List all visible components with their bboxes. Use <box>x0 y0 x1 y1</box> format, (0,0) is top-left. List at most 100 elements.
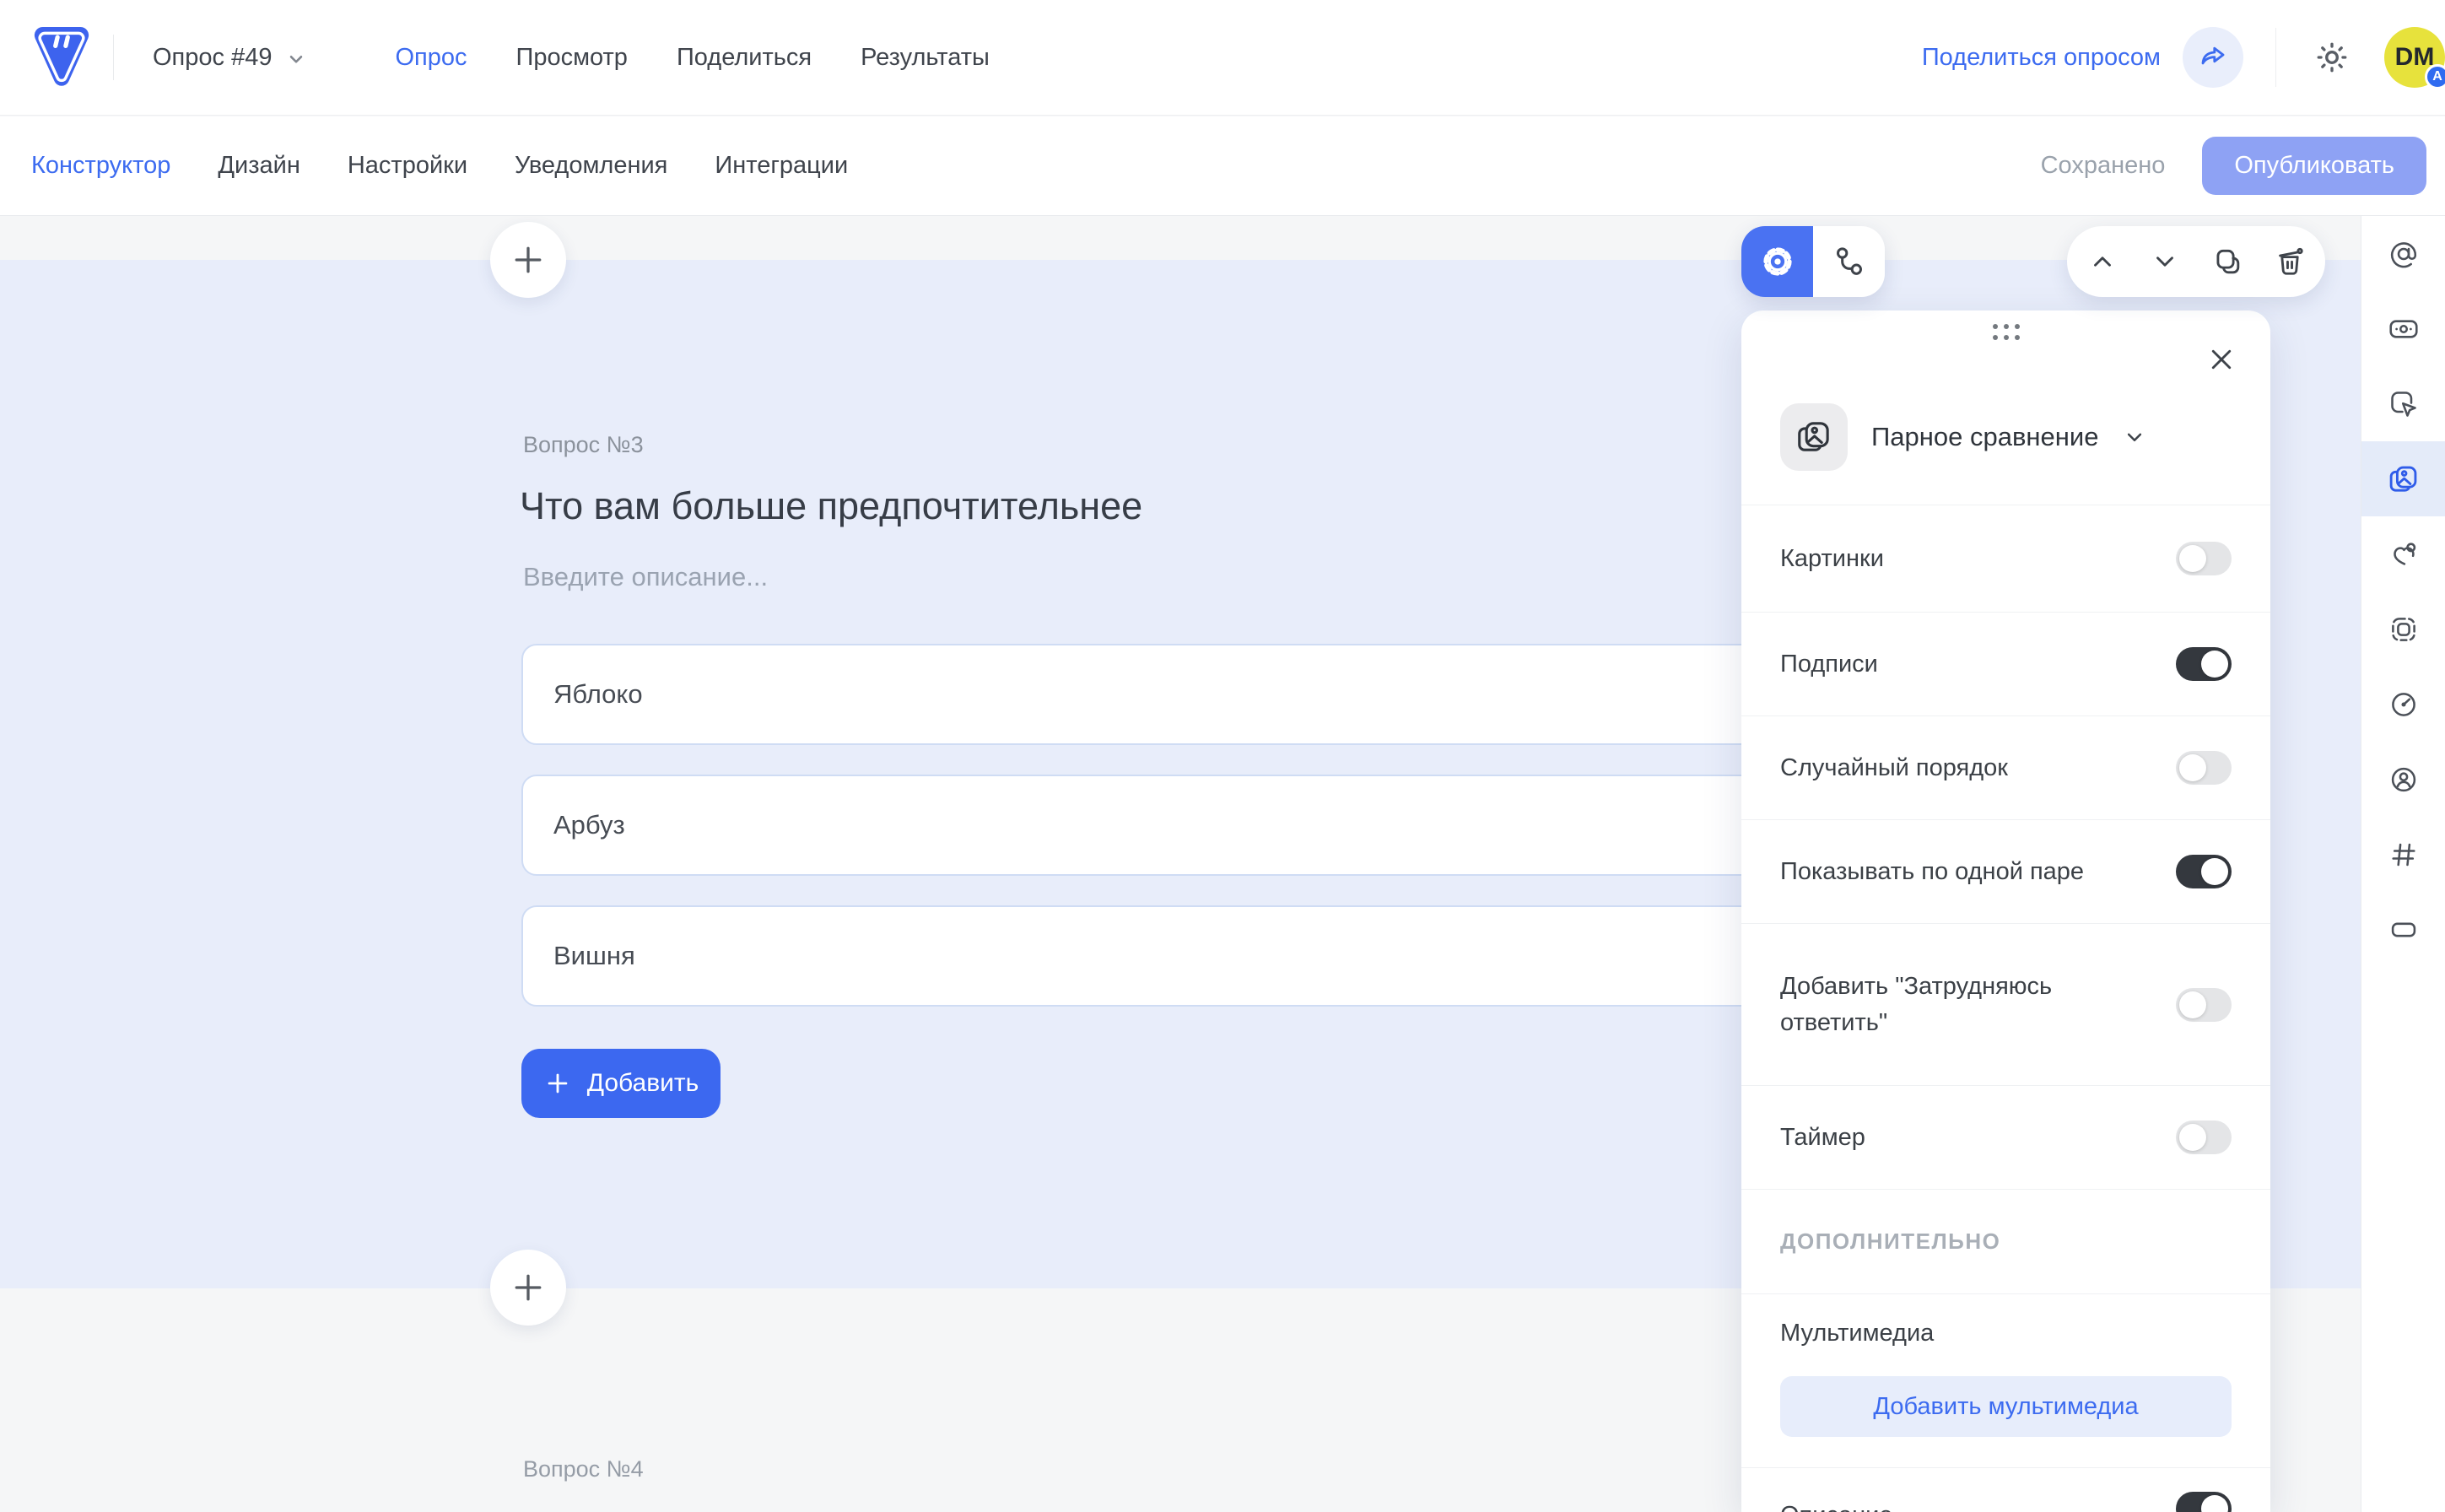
question-title-input[interactable]: Что вам больше предпочтительнее <box>520 484 1142 528</box>
question-type-selector[interactable]: Парное сравнение <box>1780 403 2147 471</box>
tab-settings[interactable]: Настройки <box>348 152 467 180</box>
additional-section-header: ДОПОЛНИТЕЛЬНО <box>1741 1189 2270 1293</box>
type-item-at-sign[interactable] <box>2361 216 2445 291</box>
question-type-icon-box <box>1780 403 1848 471</box>
move-question-up-button[interactable] <box>2075 235 2129 289</box>
survey-top-nav: Опрос Просмотр Поделиться Результаты <box>395 44 989 72</box>
type-item-frame-capture[interactable] <box>2361 591 2445 667</box>
images-toggle[interactable] <box>2176 542 2232 575</box>
description-toggle[interactable] <box>2176 1492 2232 1512</box>
share-arrow-icon <box>2198 42 2228 73</box>
chevron-down-icon <box>2151 247 2179 276</box>
logic-branch-icon <box>1832 245 1866 278</box>
question-settings-button[interactable] <box>1741 226 1813 297</box>
toggle-row-random-order: Случайный порядок <box>1741 716 2270 819</box>
move-question-down-button[interactable] <box>2138 235 2192 289</box>
tab-constructor[interactable]: Конструктор <box>31 152 170 180</box>
tab-design[interactable]: Дизайн <box>218 152 300 180</box>
nav-item-share[interactable]: Поделиться <box>677 44 812 72</box>
type-item-shape-like[interactable] <box>2361 516 2445 591</box>
plus-icon <box>510 241 547 278</box>
avatar-badge: A <box>2425 64 2445 89</box>
user-avatar[interactable]: DM A <box>2384 27 2445 88</box>
timer-toggle[interactable] <box>2176 1120 2232 1154</box>
button-field-icon <box>2388 915 2419 945</box>
chevron-up-icon <box>2088 247 2117 276</box>
duplicate-question-button[interactable] <box>2200 235 2254 289</box>
type-item-number[interactable] <box>2361 817 2445 892</box>
nav-item-preview[interactable]: Просмотр <box>516 44 628 72</box>
multimedia-label: Мультимедиа <box>1780 1320 2232 1347</box>
hard-to-answer-toggle[interactable] <box>2176 988 2232 1022</box>
option-input-2[interactable]: Арбуз <box>521 775 1816 876</box>
description-label: Описание <box>1780 1492 1892 1512</box>
publish-button[interactable]: Опубликовать <box>2202 137 2426 195</box>
multimedia-row: Мультимедиа Добавить мультимедиа <box>1741 1293 2270 1467</box>
toggle-label: Случайный порядок <box>1780 750 2008 786</box>
toggle-label: Таймер <box>1780 1120 1865 1155</box>
delete-question-button[interactable] <box>2263 235 2317 289</box>
add-option-label: Добавить <box>587 1069 699 1098</box>
scale-card-icon <box>2388 314 2419 344</box>
type-item-button-field[interactable] <box>2361 892 2445 967</box>
question-description-input[interactable]: Введите описание... <box>523 562 768 592</box>
plus-icon <box>543 1069 572 1098</box>
at-sign-icon <box>2388 239 2419 269</box>
tab-integrations[interactable]: Интеграции <box>715 152 848 180</box>
nav-item-results[interactable]: Результаты <box>861 44 990 72</box>
gauge-icon <box>2388 689 2419 720</box>
pair-comparison-icon <box>2388 463 2420 495</box>
tab-notifications[interactable]: Уведомления <box>515 152 667 180</box>
question-settings-panel: Парное сравнение Картинки Подписи Случай… <box>1741 310 2270 1512</box>
nav-item-survey[interactable]: Опрос <box>395 44 467 72</box>
chevron-down-icon <box>285 48 307 70</box>
toggle-row-hard-to-answer: Добавить "Затрудняюсь ответить" <box>1741 923 2270 1085</box>
question-toolbar-right <box>2067 226 2325 297</box>
add-question-above-button[interactable] <box>490 222 566 298</box>
description-row: Описание <box>1741 1467 2270 1512</box>
sun-icon <box>2314 40 2350 75</box>
toggle-row-timer: Таймер <box>1741 1085 2270 1189</box>
frame-capture-icon <box>2388 614 2419 645</box>
number-hash-icon <box>2388 840 2419 870</box>
next-question-number-label: Вопрос №4 <box>523 1456 644 1482</box>
add-option-button[interactable]: Добавить <box>521 1049 721 1118</box>
survey-title-dropdown[interactable]: Опрос #49 <box>153 44 307 72</box>
survey-builder-screen: Опрос #49 Опрос Просмотр Поделиться Резу… <box>0 0 2445 1512</box>
panel-rows: Картинки Подписи Случайный порядок Показ… <box>1741 505 2270 1512</box>
header-divider <box>113 35 114 80</box>
builder-subnav: Конструктор Дизайн Настройки Уведомления… <box>0 116 2445 216</box>
type-item-pair-comparison[interactable] <box>2361 441 2445 516</box>
type-item-gauge[interactable] <box>2361 667 2445 742</box>
section-header-label: ДОПОЛНИТЕЛЬНО <box>1780 1228 2000 1255</box>
question-type-label: Парное сравнение <box>1871 422 2098 452</box>
captions-toggle[interactable] <box>2176 647 2232 681</box>
option-input-3[interactable]: Вишня <box>521 905 1816 1007</box>
pair-comparison-icon <box>1795 418 1832 456</box>
share-survey-button[interactable] <box>2183 27 2243 88</box>
type-item-click-select[interactable] <box>2361 366 2445 441</box>
theme-toggle-button[interactable] <box>2308 34 2356 81</box>
random-order-toggle[interactable] <box>2176 751 2232 785</box>
share-survey-link[interactable]: Поделиться опросом <box>1922 44 2161 72</box>
duplicate-icon <box>2211 246 2243 278</box>
toggle-label: Добавить "Затрудняюсь ответить" <box>1780 969 2118 1040</box>
add-question-below-button[interactable] <box>490 1250 566 1326</box>
panel-close-button[interactable] <box>2203 341 2240 378</box>
app-logo[interactable] <box>32 24 91 91</box>
option-input-1[interactable]: Яблоко <box>521 644 1816 745</box>
top-header: Опрос #49 Опрос Просмотр Поделиться Резу… <box>0 0 2445 116</box>
type-item-scale-card[interactable] <box>2361 291 2445 366</box>
add-multimedia-button[interactable]: Добавить мультимедиа <box>1780 1376 2232 1437</box>
header-right: Поделиться опросом DM A <box>1922 27 2445 88</box>
toggle-label: Подписи <box>1780 646 1878 682</box>
chevron-down-icon <box>2122 424 2147 450</box>
settings-icon <box>1760 244 1795 279</box>
question-number-label: Вопрос №3 <box>523 432 644 458</box>
toggle-row-images: Картинки <box>1741 505 2270 612</box>
panel-drag-handle[interactable] <box>1993 324 2020 340</box>
one-pair-toggle[interactable] <box>2176 855 2232 888</box>
question-logic-button[interactable] <box>1813 226 1885 297</box>
survey-title-text: Опрос #49 <box>153 44 272 72</box>
type-item-person[interactable] <box>2361 742 2445 817</box>
